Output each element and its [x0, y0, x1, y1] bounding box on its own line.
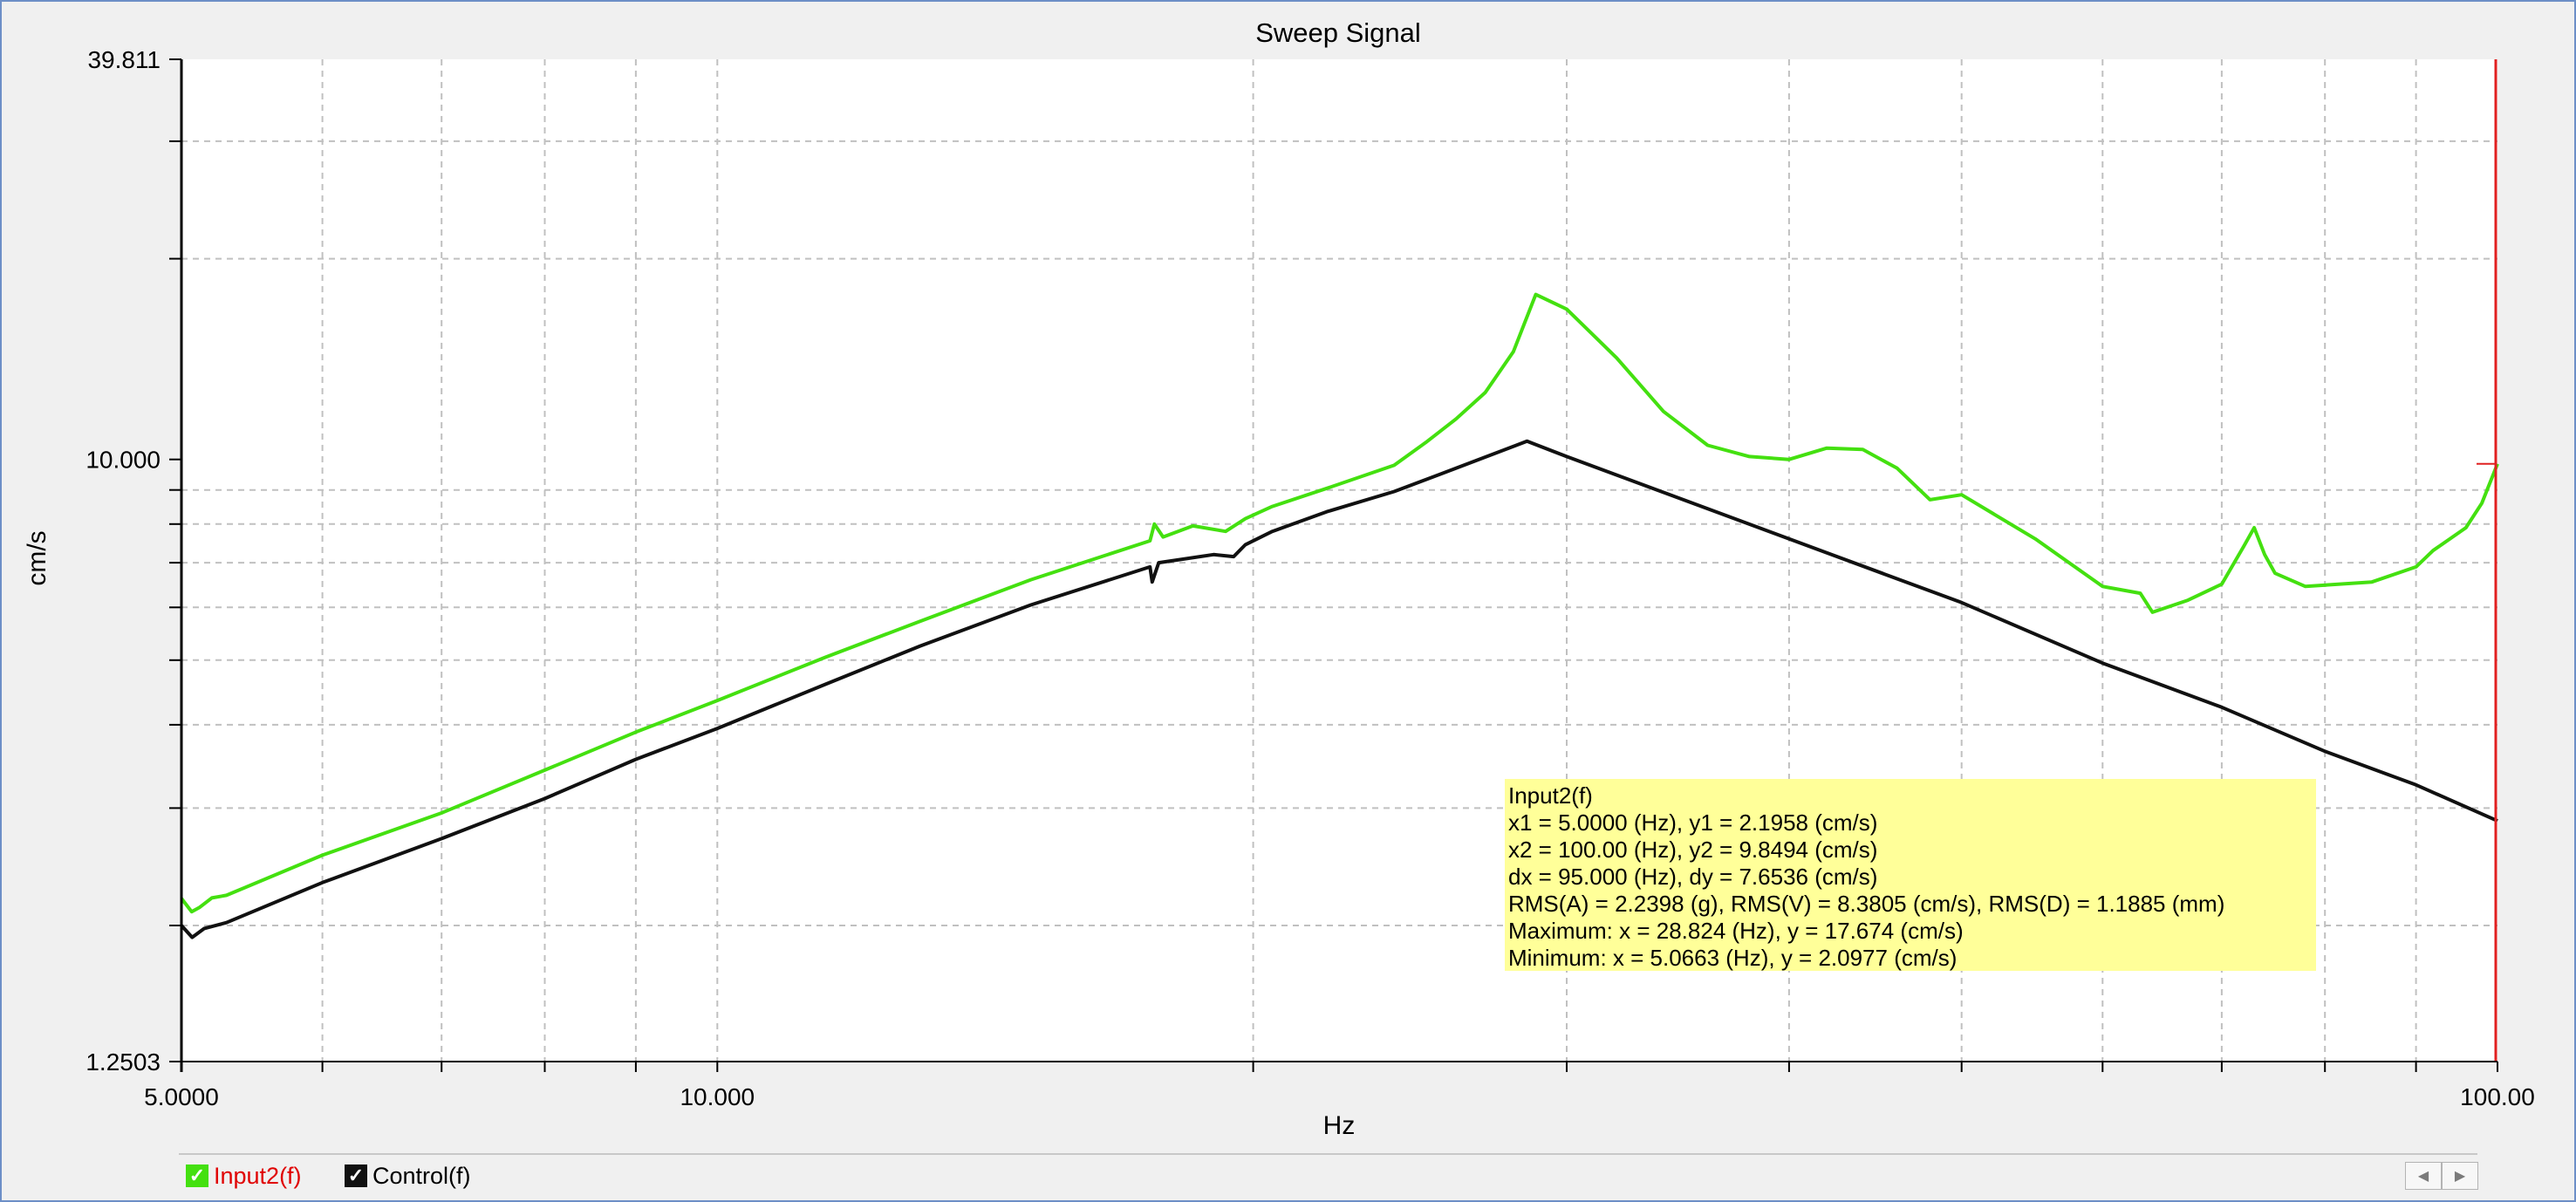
readout-delta: dx = 95.000 (Hz), dy = 7.6536 (cm/s): [1508, 864, 1878, 890]
legend-item-input2[interactable]: ✓ Input2(f): [186, 1163, 302, 1189]
x-tick-label: 10.000: [680, 1083, 755, 1110]
readout-minimum: Minimum: x = 5.0663 (Hz), y = 2.0977 (cm…: [1508, 945, 1958, 971]
legend-item-control[interactable]: ✓ Control(f): [345, 1163, 471, 1189]
triangle-right-icon: ▶: [2454, 1169, 2466, 1184]
scroll-right-button[interactable]: ▶: [2442, 1162, 2478, 1190]
x-tick-label: 100.00: [2460, 1083, 2535, 1110]
cursor-readout-panel: Input2(f) x1 = 5.0000 (Hz), y1 = 2.1958 …: [1505, 779, 2316, 971]
readout-x2: x2 = 100.00 (Hz), y2 = 9.8494 (cm/s): [1508, 837, 1878, 863]
checkmark-icon[interactable]: ✓: [186, 1164, 208, 1187]
y-tick-label: 1.2503: [85, 1048, 161, 1076]
y-tick-label: 10.000: [85, 447, 161, 474]
x-tick-label: 5.0000: [144, 1083, 219, 1110]
x-axis-title: Hz: [1323, 1111, 1356, 1140]
readout-x1: x1 = 5.0000 (Hz), y1 = 2.1958 (cm/s): [1508, 809, 1878, 836]
chart: 5.0000 10.000 100.00 39.811 10.000 1.2503 Swe…: [23, 17, 2535, 1140]
chart-title: Sweep Signal: [1255, 17, 1421, 48]
readout-maximum: Maximum: x = 28.824 (Hz), y = 17.674 (cm…: [1508, 918, 1964, 944]
legend-label-input2: Input2(f): [214, 1162, 302, 1189]
legend-bar: ✓ Input2(f) ✓ Control(f) ◀ ▶: [179, 1153, 2478, 1197]
y-tick-label: 39.811: [87, 46, 161, 73]
scroll-left-button[interactable]: ◀: [2405, 1162, 2442, 1190]
readout-rms: RMS(A) = 2.2398 (g), RMS(V) = 8.3805 (cm…: [1508, 891, 2225, 917]
y-axis-title: cm/s: [23, 530, 51, 585]
triangle-left-icon: ◀: [2417, 1169, 2429, 1184]
readout-title: Input2(f): [1508, 782, 1593, 809]
checkmark-icon[interactable]: ✓: [345, 1164, 367, 1187]
legend-label-control: Control(f): [372, 1162, 471, 1189]
